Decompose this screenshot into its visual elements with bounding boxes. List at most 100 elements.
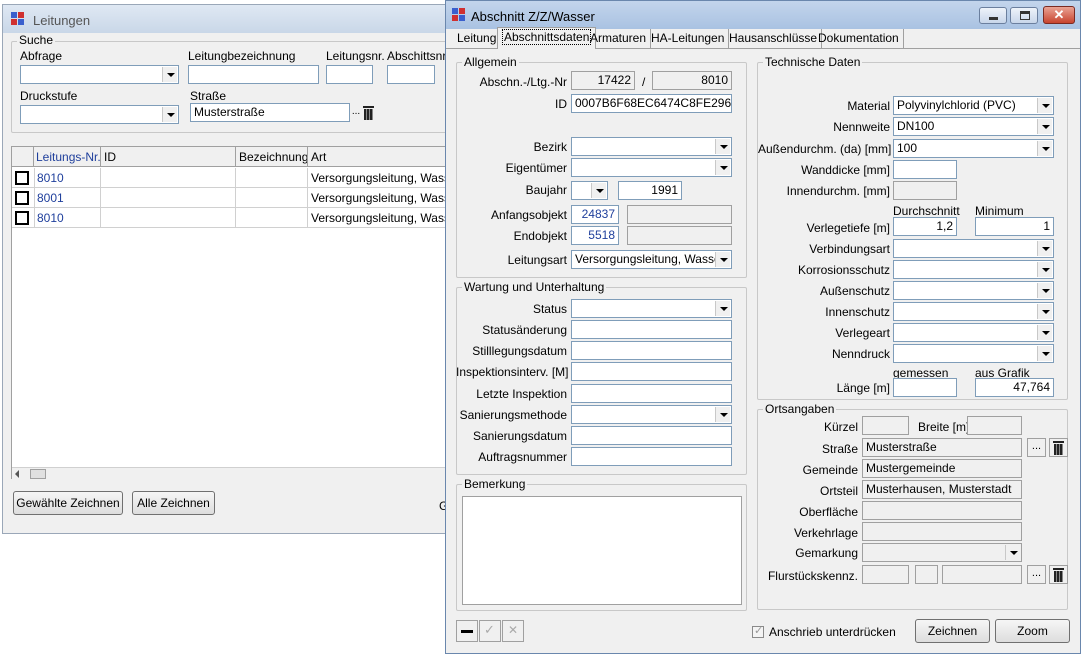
abschnittsnr-input[interactable] xyxy=(387,65,435,84)
scroll-left-icon[interactable] xyxy=(15,470,19,478)
leitungbezeichnung-input[interactable] xyxy=(188,65,319,84)
row-checkbox[interactable] xyxy=(15,211,29,225)
wartung-title: Wartung und Unterhaltung xyxy=(462,280,607,294)
window-title: Leitungen xyxy=(33,13,91,28)
id-field[interactable]: 0007B6F68EC6474C8FE296837 xyxy=(571,94,732,113)
innendurchm-label: Innendurchm. [mm] xyxy=(786,184,890,198)
material-select[interactable]: Polyvinylchlorid (PVC) xyxy=(893,96,1054,115)
leitungen-titlebar[interactable]: Leitungen xyxy=(3,5,447,33)
eigentuemer-select[interactable] xyxy=(571,158,732,177)
tab-leitung[interactable]: Leitung xyxy=(453,29,502,48)
close-icon: ✕ xyxy=(1053,7,1065,22)
laenge-gemessen-field[interactable] xyxy=(893,378,957,397)
slash-label: / xyxy=(642,75,646,89)
abschnittsnr-label: Abschittsnr. xyxy=(387,49,450,63)
ortsteil-label: Ortsteil xyxy=(819,484,858,498)
row-leitungsnr: 8001 xyxy=(37,191,64,205)
tab-hausanschluesse[interactable]: Hausanschlüsse xyxy=(725,29,823,48)
tab-abschnittsdaten[interactable]: Abschnittsdaten xyxy=(497,27,597,49)
maximize-button[interactable] xyxy=(1010,7,1038,24)
statusaenderung-field[interactable] xyxy=(571,320,732,339)
bezirk-select[interactable] xyxy=(571,137,732,156)
minus-icon xyxy=(461,630,473,633)
remove-button[interactable] xyxy=(456,620,478,642)
ort-strasse-browse-button[interactable]: ... xyxy=(1027,438,1046,457)
verbindungsart-select[interactable] xyxy=(893,239,1054,258)
korrosionsschutz-select[interactable] xyxy=(893,260,1054,279)
trash-icon[interactable] xyxy=(1049,438,1068,457)
zoom-button[interactable]: Zoom xyxy=(995,619,1070,643)
draw-all-button[interactable]: Alle Zeichnen xyxy=(132,491,215,515)
baujahr-select[interactable] xyxy=(571,181,608,200)
strasse-input[interactable]: Musterstraße xyxy=(190,103,350,122)
inspektionsinterv-field[interactable] xyxy=(571,362,732,381)
endobjekt-field[interactable]: 5518 xyxy=(571,226,619,245)
horizontal-scrollbar[interactable] xyxy=(12,467,446,479)
nennweite-select[interactable]: DN100 xyxy=(893,117,1054,136)
chevron-down-icon xyxy=(715,139,730,154)
anfangsobjekt-field[interactable]: 24837 xyxy=(571,205,619,224)
sanierungsmethode-label: Sanierungsmethode xyxy=(459,408,567,422)
flurstueck-browse-button[interactable]: ... xyxy=(1027,565,1046,584)
ltg-nr-field[interactable]: 8010 xyxy=(652,71,732,90)
breite-field xyxy=(967,416,1022,435)
abschnitt-titlebar[interactable]: Abschnitt Z/Z/Wasser ✕ xyxy=(446,1,1080,29)
row-leitungsnr: 8010 xyxy=(37,171,64,185)
verlegetiefe-avg-field[interactable]: 1,2 xyxy=(893,217,957,236)
laenge-grafik-field[interactable]: 47,764 xyxy=(975,378,1054,397)
col-header-bezeichnung[interactable]: Bezeichnung xyxy=(239,150,308,164)
aussendurchm-select[interactable]: 100 xyxy=(893,139,1054,158)
chevron-down-icon xyxy=(1037,119,1052,134)
sanierungsdatum-field[interactable] xyxy=(571,426,732,445)
stilllegungsdatum-label: Stilllegungsdatum xyxy=(472,344,567,358)
innenschutz-select[interactable] xyxy=(893,302,1054,321)
tab-dokumentation[interactable]: Dokumentation xyxy=(814,29,904,48)
col-header-id[interactable]: ID xyxy=(104,150,116,164)
chevron-down-icon xyxy=(1037,141,1052,156)
stilllegungsdatum-field[interactable] xyxy=(571,341,732,360)
druckstufe-select[interactable] xyxy=(20,105,179,124)
abfrage-select[interactable] xyxy=(20,65,179,84)
table-row[interactable]: 8010 Versorgungsleitung, Wasser xyxy=(12,168,461,188)
col-header-art[interactable]: Art xyxy=(311,150,326,164)
chevron-down-icon xyxy=(1037,283,1052,298)
check-icon: ✓ xyxy=(484,622,495,637)
aussenschutz-select[interactable] xyxy=(893,281,1054,300)
draw-selected-button[interactable]: Gewählte Zeichnen xyxy=(13,491,123,515)
verlegetiefe-min-field[interactable]: 1 xyxy=(975,217,1054,236)
ort-strasse-field[interactable]: Musterstraße xyxy=(862,438,1022,457)
minimize-button[interactable] xyxy=(979,7,1007,24)
abschn-nr-field[interactable]: 17422 xyxy=(571,71,635,90)
anschrieb-checkbox[interactable]: ✓ xyxy=(752,625,764,638)
leitungsart-select[interactable]: Versorgungsleitung, Wasser xyxy=(571,250,732,269)
strasse-browse-button[interactable]: ... xyxy=(350,105,362,122)
auftragsnummer-field[interactable] xyxy=(571,447,732,466)
trash-icon[interactable] xyxy=(362,105,375,121)
gemarkung-select[interactable] xyxy=(862,543,1022,562)
tab-armaturen[interactable]: Armaturen xyxy=(586,29,652,48)
bemerkung-textarea[interactable] xyxy=(462,496,742,605)
oberflaeche-field xyxy=(862,501,1022,520)
status-select[interactable] xyxy=(571,299,732,318)
technische-title: Technische Daten xyxy=(763,55,863,69)
table-row[interactable]: 8010 Versorgungsleitung, Wasser xyxy=(12,208,461,228)
baujahr-field[interactable]: 1991 xyxy=(618,181,682,200)
letzte-inspektion-field[interactable] xyxy=(571,384,732,403)
sanierungsmethode-select[interactable] xyxy=(571,405,732,424)
ort-strasse-label: Straße xyxy=(821,442,858,456)
table-row[interactable]: 8001 Versorgungsleitung, Wasser xyxy=(12,188,461,208)
wanddicke-field[interactable] xyxy=(893,160,957,179)
zeichnen-button[interactable]: Zeichnen xyxy=(915,619,990,643)
tab-ha-leitungen[interactable]: HA-Leitungen xyxy=(647,29,730,48)
trash-icon[interactable] xyxy=(1049,565,1068,584)
col-header-leitungsnr[interactable]: Leitungs-Nr. xyxy=(36,150,101,164)
leitungsnr-input[interactable] xyxy=(326,65,373,84)
nenndruck-select[interactable] xyxy=(893,344,1054,363)
verlegeart-select[interactable] xyxy=(893,323,1054,342)
maximize-icon xyxy=(1020,11,1030,20)
row-checkbox[interactable] xyxy=(15,171,29,185)
nenndruck-label: Nenndruck xyxy=(831,347,890,361)
row-checkbox[interactable] xyxy=(15,191,29,205)
close-button[interactable]: ✕ xyxy=(1043,6,1075,24)
scrollbar-thumb[interactable] xyxy=(30,469,46,479)
